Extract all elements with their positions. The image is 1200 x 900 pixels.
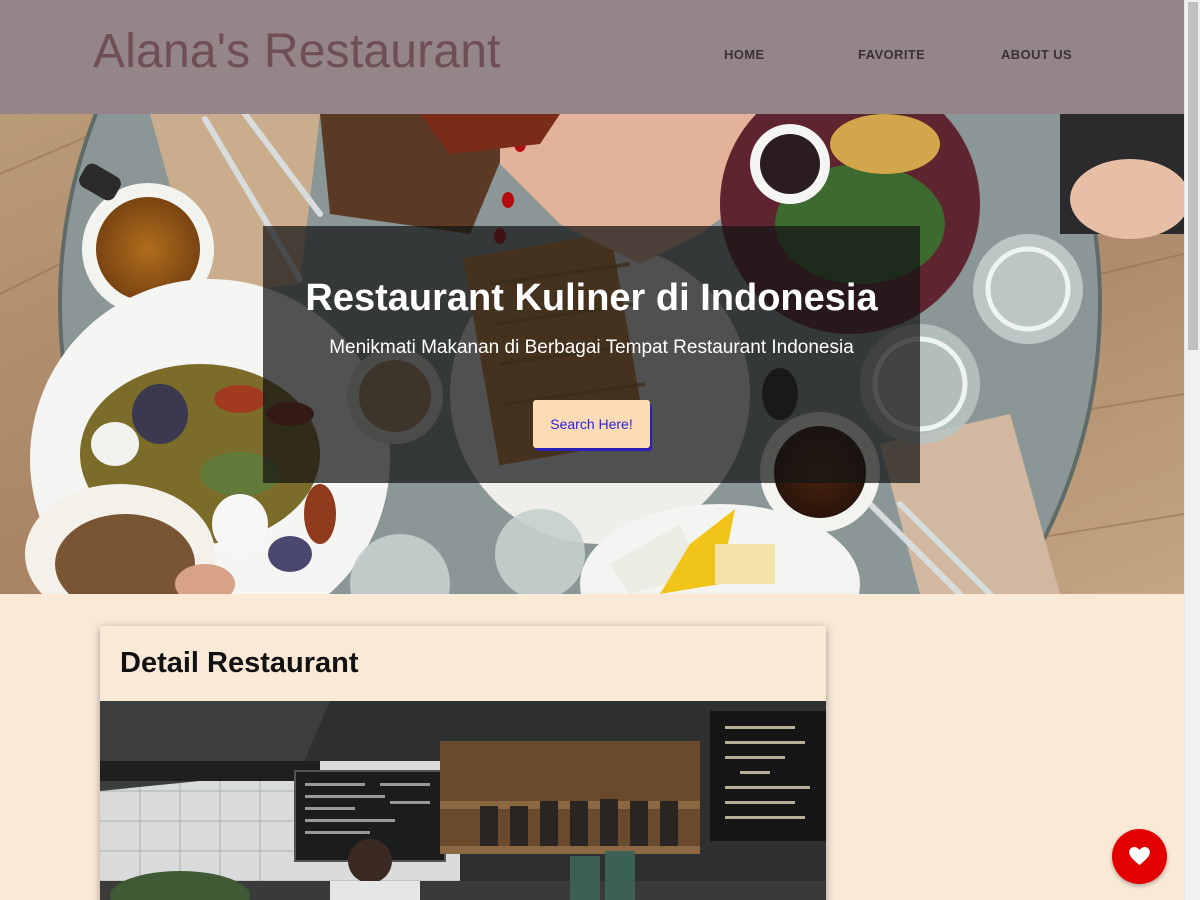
heart-icon [1129, 847, 1150, 866]
hero-title: Restaurant Kuliner di Indonesia [305, 277, 878, 319]
detail-restaurant-heading: Detail Restaurant [120, 647, 359, 679]
page-scrollbar[interactable] [1184, 0, 1200, 900]
nav-home-link[interactable]: HOME [724, 47, 765, 62]
search-here-button[interactable]: Search Here! [533, 400, 650, 448]
hero-subtitle: Menikmati Makanan di Berbagai Tempat Res… [329, 337, 854, 358]
hero-overlay: Restaurant Kuliner di Indonesia Menikmat… [263, 226, 920, 483]
hero-section: Restaurant Kuliner di Indonesia Menikmat… [0, 114, 1184, 594]
nav-about-us-link[interactable]: ABOUT US [1001, 47, 1072, 62]
detail-restaurant-card: Detail Restaurant [100, 626, 826, 900]
nav-favorite-link[interactable]: FAVORITE [858, 47, 925, 62]
scrollbar-thumb[interactable] [1188, 2, 1198, 350]
main-nav: HOME FAVORITE ABOUT US [0, 47, 1184, 67]
favorite-floating-button[interactable] [1112, 829, 1167, 884]
site-header: Alana's Restaurant HOME FAVORITE ABOUT U… [0, 0, 1184, 114]
restaurant-kitchen-image [100, 701, 826, 900]
